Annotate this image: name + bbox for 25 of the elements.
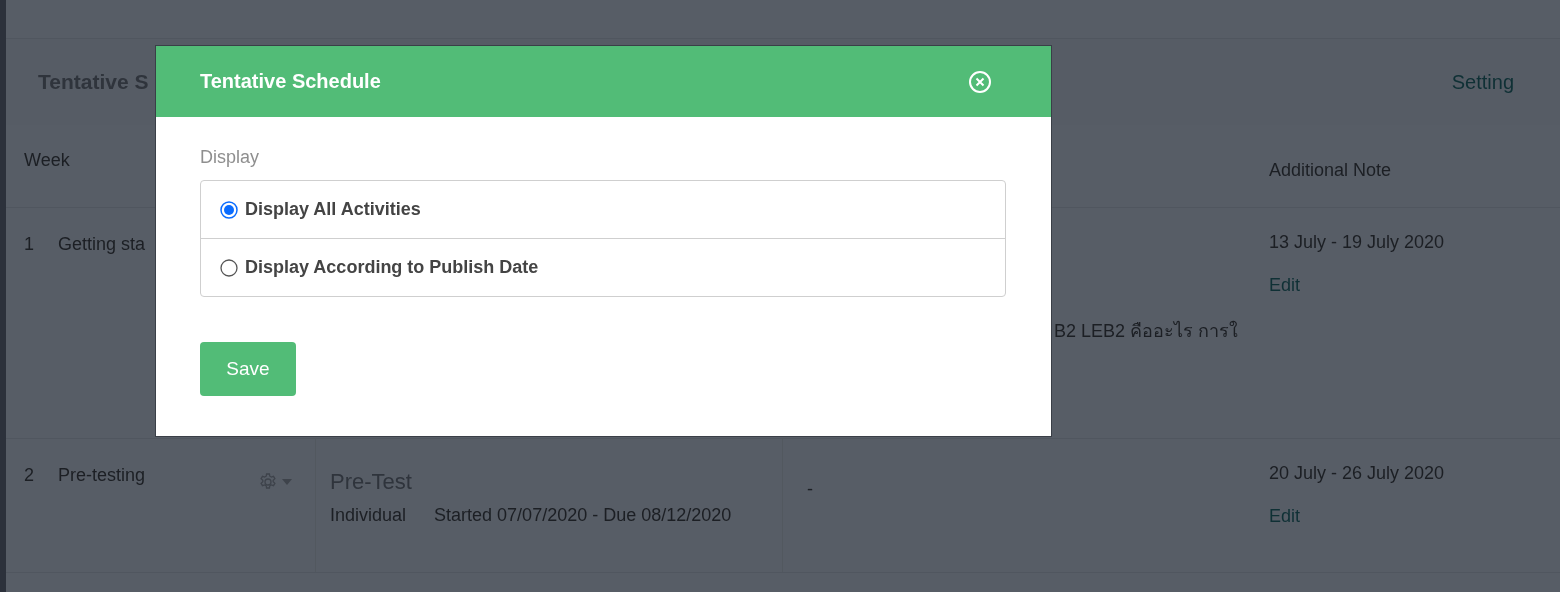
- edit-link[interactable]: Edit: [1269, 275, 1301, 296]
- column-header: Week: [24, 150, 70, 171]
- modal-title: Tentative Schedule: [200, 70, 381, 93]
- column-header: Additional Note: [1269, 160, 1392, 181]
- option-label[interactable]: Display According to Publish Date: [245, 257, 539, 278]
- save-button[interactable]: Save: [200, 342, 296, 396]
- week-number: 1: [24, 234, 34, 256]
- edit-link[interactable]: Edit: [1269, 506, 1301, 527]
- radio-button[interactable]: [220, 258, 238, 277]
- caret-icon[interactable]: [282, 479, 292, 485]
- close-icon[interactable]: [968, 69, 992, 94]
- table-cell: -: [807, 479, 813, 499]
- week-period: 13 July - 19 July 2020: [1269, 232, 1445, 253]
- gear-icon[interactable]: [258, 472, 278, 492]
- week-number: 2: [24, 465, 34, 487]
- radio-button[interactable]: [220, 200, 238, 219]
- activity-dates: Started 07/07/2020 - Due 08/12/2020: [434, 505, 732, 526]
- table-cell-text: B2 LEB2 คืออะไร การใ: [1053, 319, 1238, 343]
- week-period: 20 July - 26 July 2020: [1269, 463, 1445, 484]
- field-label: Display: [200, 147, 261, 168]
- option-label[interactable]: Display All Activities: [245, 199, 421, 220]
- week-title: Pre-testing: [58, 465, 146, 487]
- activity-mode: Individual: [330, 505, 407, 526]
- setting-link[interactable]: Setting: [1451, 70, 1514, 94]
- week-title: Getting sta: [58, 234, 146, 256]
